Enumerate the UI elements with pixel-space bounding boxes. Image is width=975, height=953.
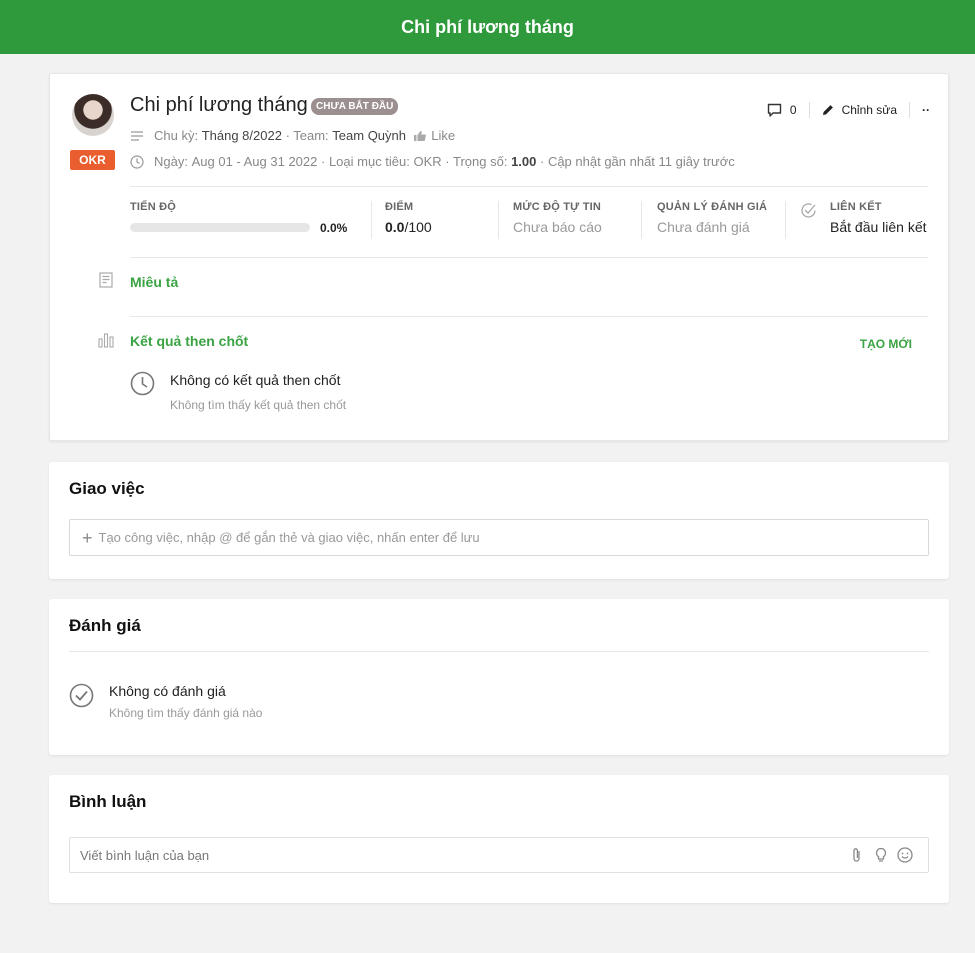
objective-meta-cycle: Chu kỳ: Tháng 8/2022 · Team: Team Quỳnh …	[130, 128, 455, 143]
objective-title: Chi phí lương tháng	[130, 94, 308, 116]
confidence-label: MỨC ĐỘ TỰ TIN	[513, 201, 602, 213]
link-label: LIÊN KẾT	[830, 201, 882, 213]
edit-label: Chỉnh sửa	[841, 103, 897, 117]
key-results-empty-title: Không có kết quả then chốt	[170, 372, 341, 388]
review-stat[interactable]: QUẢN LÝ ĐÁNH GIÁ Chưa đánh giá	[657, 201, 767, 239]
confidence-stat[interactable]: MỨC ĐỘ TỰ TIN Chưa báo cáo	[513, 201, 602, 239]
team-label: · Team:	[285, 128, 329, 143]
comment-input[interactable]: Viết bình luận của bạn	[69, 837, 929, 873]
stat-divider	[785, 201, 786, 239]
lightbulb-icon[interactable]	[872, 846, 890, 864]
action-divider	[909, 102, 910, 118]
stat-divider	[641, 201, 642, 239]
stats-bottom-divider	[130, 257, 928, 258]
list-icon	[130, 130, 146, 142]
review-label: QUẢN LÝ ĐÁNH GIÁ	[657, 201, 768, 213]
weight-value: 1.00	[511, 154, 537, 169]
pencil-icon	[822, 105, 833, 115]
check-circle-icon	[69, 683, 94, 711]
reviews-empty-title: Không có đánh giá	[109, 683, 226, 699]
goal-type-label: · Loại mục tiêu:	[321, 154, 410, 169]
key-results-heading: Kết quả then chốt	[130, 333, 249, 349]
progress-bar	[130, 223, 310, 232]
comment-tools	[848, 846, 914, 864]
bar-chart-icon	[98, 332, 114, 351]
reviews-empty-subtitle: Không tìm thấy đánh giá nào	[109, 706, 263, 720]
link-check-icon	[801, 203, 816, 218]
progress-label: TIẾN ĐỘ	[130, 201, 177, 213]
task-input[interactable]: + Tạo công việc, nhập @ để gắn thẻ và gi…	[69, 519, 929, 556]
like-label: Like	[431, 128, 456, 143]
more-options-button[interactable]: ··	[922, 103, 930, 117]
score-value-wrap: 0.0/100	[385, 219, 432, 235]
plus-icon: +	[82, 527, 93, 548]
section-divider	[130, 316, 928, 317]
cycle-value[interactable]: Tháng 8/2022	[202, 128, 282, 143]
progress-percent: 0.0%	[320, 221, 348, 235]
paperclip-icon[interactable]	[848, 846, 866, 864]
updated-text: · Cập nhật gần nhất 11 giây trước	[540, 154, 735, 169]
comments-heading: Bình luận	[69, 792, 147, 811]
reviews-divider	[69, 651, 929, 652]
weight-label: · Trọng số:	[445, 154, 508, 169]
score-value: 0.0	[385, 219, 405, 235]
thumbs-up-icon	[414, 130, 427, 141]
progress-stat: TIẾN ĐỘ 0.0%	[130, 201, 360, 239]
comment-input-placeholder: Viết bình luận của bạn	[80, 847, 210, 863]
comment-count-button[interactable]: 0	[767, 103, 797, 117]
okr-type-badge: OKR	[70, 150, 115, 170]
stats-row: TIẾN ĐỘ 0.0% ĐIỂM 0.0/100 MỨC ĐỘ TỰ TIN …	[130, 201, 930, 241]
score-max: /100	[404, 219, 432, 235]
objective-actions: 0 Chỉnh sửa ··	[767, 102, 930, 118]
score-label: ĐIỂM	[385, 201, 414, 213]
objective-meta-dates: Ngày: Aug 01 - Aug 31 2022 · Loại mục ti…	[130, 154, 735, 169]
stats-top-divider	[130, 186, 928, 187]
objective-card: OKR Chi phí lương tháng CHƯA BẮT ĐẦU Chu…	[49, 73, 949, 441]
clock-icon	[130, 154, 146, 169]
review-value: Chưa đánh giá	[657, 219, 750, 235]
key-results-empty-subtitle: Không tìm thấy kết quả then chốt	[170, 398, 347, 412]
stat-divider	[498, 201, 499, 239]
confidence-value: Chưa báo cáo	[513, 219, 602, 235]
description-heading[interactable]: Miêu tả	[130, 274, 178, 290]
cycle-label: Chu kỳ:	[154, 128, 199, 143]
team-value[interactable]: Team Quỳnh	[332, 128, 406, 143]
clock-empty-icon	[130, 371, 155, 399]
action-divider	[808, 102, 810, 118]
date-value: Aug 01 - Aug 31 2022	[191, 154, 318, 169]
document-icon	[98, 272, 114, 291]
link-text: LIÊN KẾT Bắt đầu liên kết	[830, 201, 927, 235]
comment-count: 0	[789, 103, 797, 117]
create-key-result-button[interactable]: TẠO MỚI	[860, 337, 912, 351]
like-button[interactable]: Like	[413, 128, 455, 143]
comments-card: Bình luận Viết bình luận của bạn	[49, 775, 949, 903]
date-label: Ngày:	[154, 154, 188, 169]
score-stat: ĐIỂM 0.0/100	[385, 201, 432, 239]
emoji-icon[interactable]	[896, 846, 914, 864]
task-input-placeholder: Tạo công việc, nhập @ để gắn thẻ và giao…	[98, 530, 480, 545]
stat-divider	[371, 201, 372, 239]
page-header: Chi phí lương tháng	[0, 0, 975, 54]
tasks-heading: Giao việc	[69, 479, 145, 498]
link-value[interactable]: Bắt đầu liên kết	[830, 219, 927, 235]
comment-icon	[767, 103, 782, 117]
goal-type-value: OKR	[413, 154, 442, 169]
status-badge: CHƯA BẮT ĐẦU	[311, 98, 399, 115]
reviews-card: Đánh giá Không có đánh giá Không tìm thấ…	[49, 599, 949, 755]
edit-button[interactable]: Chỉnh sửa	[822, 103, 897, 117]
page-title: Chi phí lương tháng	[401, 16, 574, 37]
tasks-card: Giao việc + Tạo công việc, nhập @ để gắn…	[49, 462, 949, 579]
avatar[interactable]	[72, 94, 114, 136]
reviews-heading: Đánh giá	[69, 616, 141, 635]
